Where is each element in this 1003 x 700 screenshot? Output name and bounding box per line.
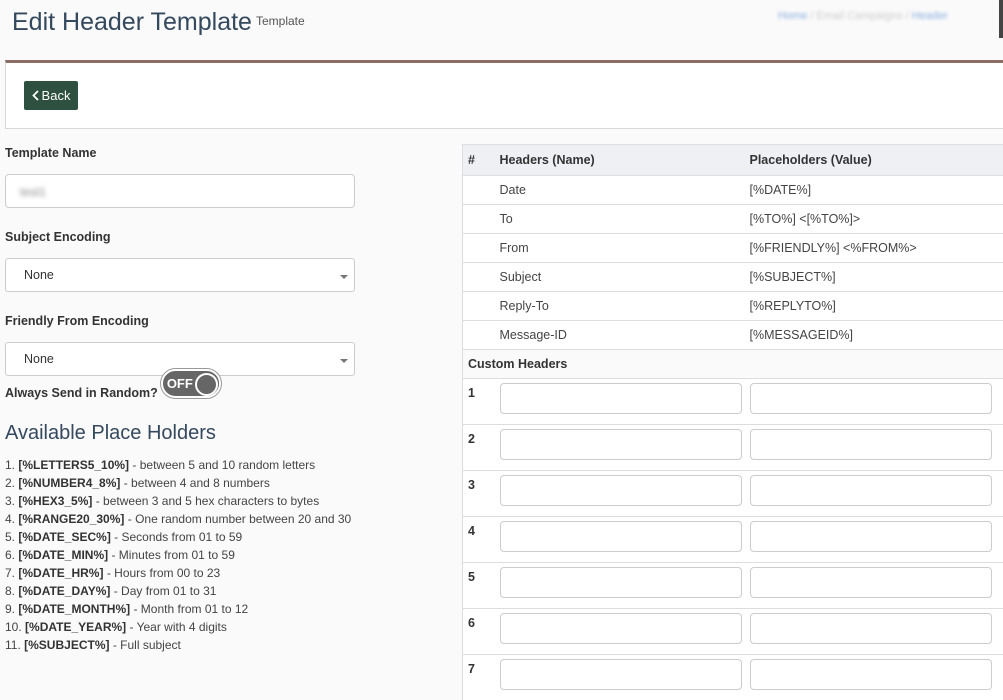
- header-name: Message-ID: [495, 321, 745, 350]
- custom-header-value-input[interactable]: [750, 613, 992, 644]
- breadcrumb-home-link[interactable]: Home: [778, 10, 807, 22]
- page-title-text: Edit Header Template: [12, 8, 252, 36]
- subject-encoding-label: Subject Encoding: [5, 230, 357, 248]
- list-item: 8. [%DATE_DAY%] - Day from 01 to 31: [5, 582, 351, 600]
- custom-header-value-input[interactable]: [750, 659, 992, 690]
- list-item: 9. [%DATE_MONTH%] - Month from 01 to 12: [5, 600, 351, 618]
- list-item: 7. [%DATE_HR%] - Hours from 00 to 23: [5, 564, 351, 582]
- list-item: 2. [%NUMBER4_8%] - between 4 and 8 numbe…: [5, 474, 351, 492]
- random-toggle-label: OFF: [167, 376, 193, 391]
- custom-header-name-input[interactable]: [500, 429, 742, 460]
- col-header-name: Headers (Name): [495, 145, 745, 176]
- breadcrumb: Home / Email Campaigns / Header: [778, 10, 948, 22]
- subject-encoding-value: None: [24, 268, 54, 282]
- template-name-label: Template Name: [5, 146, 357, 164]
- custom-row-number: 7: [463, 655, 495, 700]
- header-value: [%MESSAGEID%]: [745, 321, 1003, 350]
- custom-header-name-input[interactable]: [500, 659, 742, 690]
- table-row: To[%TO%] <[%TO%]>: [463, 205, 1003, 234]
- header-name: Date: [495, 176, 745, 205]
- page-title: Edit Header Template Template: [12, 8, 305, 37]
- random-label: Always Send in Random?: [5, 386, 158, 400]
- custom-header-value-input[interactable]: [750, 521, 992, 552]
- friendly-from-encoding-label: Friendly From Encoding: [5, 314, 357, 332]
- custom-headers-row: Custom Headers: [463, 350, 1003, 379]
- template-form: Template Name test1 Subject Encoding Non…: [5, 140, 357, 398]
- custom-header-name-input[interactable]: [500, 567, 742, 598]
- header-name: Subject: [495, 263, 745, 292]
- table-row: Message-ID[%MESSAGEID%]: [463, 321, 1003, 350]
- custom-row-number: 3: [463, 471, 495, 517]
- table-row: Subject[%SUBJECT%]: [463, 263, 1003, 292]
- custom-header-name-input[interactable]: [500, 613, 742, 644]
- list-item: 4. [%RANGE20_30%] - One random number be…: [5, 510, 351, 528]
- template-name-input[interactable]: test1: [5, 174, 355, 208]
- placeholders-list: 1. [%LETTERS5_10%] - between 5 and 10 ra…: [5, 456, 351, 654]
- caret-down-icon: [340, 275, 348, 279]
- custom-header-row: 4: [463, 517, 1003, 563]
- random-row: Always Send in Random? OFF: [5, 366, 221, 400]
- custom-row-number: 2: [463, 425, 495, 471]
- custom-header-row: 1: [463, 379, 1003, 425]
- caret-down-icon: [340, 359, 348, 363]
- col-header-value: Placeholders (Value): [745, 145, 1003, 176]
- table-header-row: # Headers (Name) Placeholders (Value): [463, 145, 1003, 176]
- custom-header-row: 3: [463, 471, 1003, 517]
- table-row: From[%FRIENDLY%] <%FROM%>: [463, 234, 1003, 263]
- list-item: 3. [%HEX3_5%] - between 3 and 5 hex char…: [5, 492, 351, 510]
- breadcrumb-item-header[interactable]: Header: [912, 10, 948, 22]
- custom-header-row: 2: [463, 425, 1003, 471]
- custom-row-number: 5: [463, 563, 495, 609]
- action-bar: Back: [5, 60, 1003, 129]
- custom-header-name-input[interactable]: [500, 383, 742, 414]
- placeholders-title: Available Place Holders: [5, 422, 216, 445]
- custom-header-name-input[interactable]: [500, 475, 742, 506]
- headers-panel: # Headers (Name) Placeholders (Value) Da…: [462, 144, 1003, 700]
- table-row: Reply-To[%REPLYTO%]: [463, 292, 1003, 321]
- custom-header-row: 6: [463, 609, 1003, 655]
- scrollbar-stub: [999, 0, 1003, 38]
- custom-header-value-input[interactable]: [750, 383, 992, 414]
- random-toggle[interactable]: OFF: [161, 369, 221, 398]
- breadcrumb-item-email-campaigns[interactable]: Email Campaigns: [817, 10, 903, 22]
- custom-header-row: 5: [463, 563, 1003, 609]
- custom-header-name-input[interactable]: [500, 521, 742, 552]
- header-value: [%DATE%]: [745, 176, 1003, 205]
- back-button[interactable]: Back: [24, 81, 78, 110]
- template-name-value: test1: [20, 185, 46, 199]
- col-header-num: #: [463, 145, 495, 176]
- list-item: 6. [%DATE_MIN%] - Minutes from 01 to 59: [5, 546, 351, 564]
- subject-encoding-select[interactable]: None: [5, 258, 355, 292]
- list-item: 10. [%DATE_YEAR%] - Year with 4 digits: [5, 618, 351, 636]
- list-item: 11. [%SUBJECT%] - Full subject: [5, 636, 351, 654]
- header-name: From: [495, 234, 745, 263]
- custom-row-number: 1: [463, 379, 495, 425]
- friendly-from-encoding-value: None: [24, 352, 54, 366]
- custom-row-number: 4: [463, 517, 495, 563]
- chevron-left-icon: [32, 90, 39, 101]
- table-row: Date[%DATE%]: [463, 176, 1003, 205]
- header-name: To: [495, 205, 745, 234]
- custom-headers-label: Custom Headers: [463, 350, 1003, 379]
- custom-header-value-input[interactable]: [750, 475, 992, 506]
- header-value: [%FRIENDLY%] <%FROM%>: [745, 234, 1003, 263]
- back-button-label: Back: [42, 88, 71, 103]
- page-subtitle: Template: [256, 14, 305, 28]
- list-item: 5. [%DATE_SEC%] - Seconds from 01 to 59: [5, 528, 351, 546]
- header-value: [%SUBJECT%]: [745, 263, 1003, 292]
- list-item: 1. [%LETTERS5_10%] - between 5 and 10 ra…: [5, 456, 351, 474]
- custom-header-row: 7: [463, 655, 1003, 700]
- header-value: [%TO%] <[%TO%]>: [745, 205, 1003, 234]
- header-value: [%REPLYTO%]: [745, 292, 1003, 321]
- custom-row-number: 6: [463, 609, 495, 655]
- headers-table: # Headers (Name) Placeholders (Value) Da…: [462, 144, 1003, 700]
- custom-header-value-input[interactable]: [750, 429, 992, 460]
- header-name: Reply-To: [495, 292, 745, 321]
- custom-header-value-input[interactable]: [750, 567, 992, 598]
- toggle-knob: [195, 373, 218, 396]
